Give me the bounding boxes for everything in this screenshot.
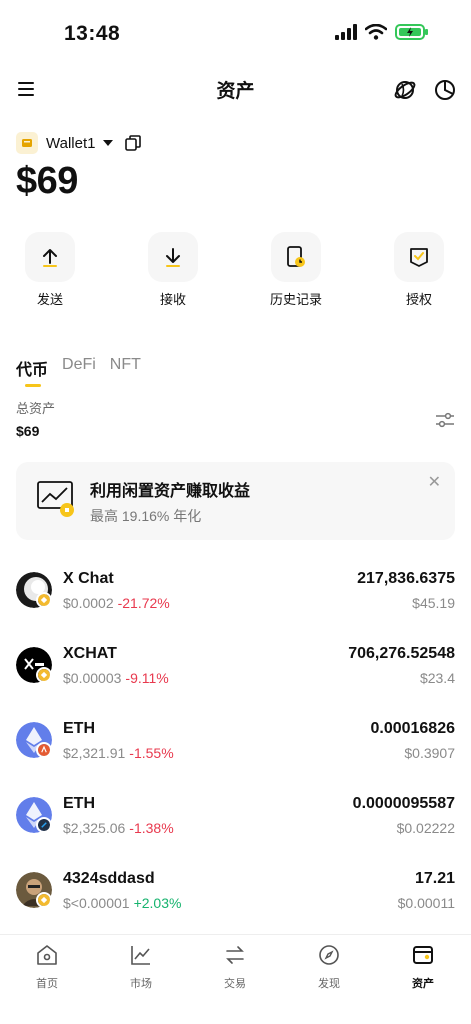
layer2-badge-icon <box>36 817 52 833</box>
earn-promo-banner[interactable]: 利用闲置资产赚取收益 最高 19.16% 年化 ✕ <box>16 462 455 540</box>
token-price: $0.00003 -9.11% <box>63 670 169 686</box>
receive-label: 接收 <box>159 292 186 307</box>
token-change: -21.72% <box>117 595 170 611</box>
total-balance: $69 <box>16 160 78 202</box>
token-name: ETH <box>63 795 95 812</box>
copy-icon[interactable] <box>125 135 142 151</box>
status-icons <box>335 24 429 40</box>
wallet-icon <box>16 132 38 154</box>
authorize-icon <box>410 248 428 267</box>
token-row[interactable]: ETH $2,325.06 -1.38% 0.0000095587 $0.0222… <box>0 791 471 851</box>
nav-trade-label: 交易 <box>224 978 246 990</box>
bottom-nav: 首页 市场 交易 发现 资产 <box>0 934 471 1024</box>
token-price-value: $2,321.91 <box>63 745 126 761</box>
home-icon <box>37 945 57 965</box>
token-row[interactable]: X Chat $0.0002 -21.72% 217,836.6375 $45.1… <box>0 566 471 626</box>
total-assets-label: 总资产 <box>16 401 56 416</box>
send-icon <box>43 249 57 267</box>
signal-icon <box>335 24 357 40</box>
token-amount: 217,836.6375 <box>357 570 455 587</box>
token-row[interactable]: ETH $2,321.91 -1.55% 0.00016826 $0.3907 <box>0 716 471 776</box>
total-assets-value: $69 <box>16 423 40 439</box>
status-bar: 13:48 <box>0 0 471 70</box>
chevron-down-icon <box>103 140 114 146</box>
asset-tabs: 代币 DeFi NFT <box>16 356 141 380</box>
history-label: 历史记录 <box>269 292 322 307</box>
receive-button[interactable]: 接收 <box>143 232 203 308</box>
nav-assets[interactable]: 资产 <box>393 943 453 991</box>
authorize-button[interactable]: 授权 <box>389 232 449 308</box>
token-fiat-value: $0.3907 <box>404 745 455 761</box>
trade-icon <box>226 946 244 964</box>
token-fiat-value: $45.19 <box>412 595 455 611</box>
close-icon[interactable]: ✕ <box>428 472 441 492</box>
tab-defi[interactable]: DeFi <box>62 356 96 380</box>
promo-subtitle: 最高 19.16% 年化 <box>90 508 202 524</box>
promo-title: 利用闲置资产赚取收益 <box>90 483 251 500</box>
tab-nft[interactable]: NFT <box>110 356 141 380</box>
send-label: 发送 <box>36 292 63 307</box>
header: 资产 <box>0 70 471 110</box>
token-price-value: $2,325.06 <box>63 820 126 836</box>
bnb-chain-badge-icon <box>36 592 52 608</box>
nav-home[interactable]: 首页 <box>17 943 77 991</box>
token-name: X Chat <box>63 570 114 587</box>
history-icon <box>287 246 305 267</box>
assets-wallet-icon <box>413 946 433 964</box>
nav-discover-label: 发现 <box>318 978 340 990</box>
token-amount: 0.00016826 <box>370 720 455 737</box>
token-name: ETH <box>63 720 95 737</box>
bnb-chain-badge-icon <box>36 892 52 908</box>
token-row[interactable]: 4324sddasd $<0.00001 +2.03% 17.21 $0.0001… <box>0 866 471 926</box>
send-button[interactable]: 发送 <box>20 232 80 308</box>
token-price-value: $0.0002 <box>63 595 114 611</box>
token-price-value: $0.00003 <box>63 670 122 686</box>
token-change: -1.55% <box>129 745 174 761</box>
token-change: -1.38% <box>129 820 174 836</box>
receive-icon <box>166 248 180 267</box>
token-price: $0.0002 -21.72% <box>63 595 170 611</box>
action-row: 发送 接收 历史记录 授权 <box>0 232 471 312</box>
nav-discover[interactable]: 发现 <box>299 943 359 991</box>
token-fiat-value: $0.00011 <box>397 895 455 911</box>
token-amount: 17.21 <box>414 870 455 887</box>
nav-trade[interactable]: 交易 <box>205 943 265 991</box>
market-icon <box>131 946 150 965</box>
token-price: $2,321.91 -1.55% <box>63 745 174 761</box>
bnb-chain-badge-icon <box>36 667 52 683</box>
token-amount: 0.0000095587 <box>352 795 455 812</box>
arbitrum-badge-icon <box>36 742 52 758</box>
wallet-selector[interactable]: Wallet1 <box>16 130 142 156</box>
battery-icon <box>395 24 428 40</box>
filter-settings-icon[interactable] <box>435 410 455 430</box>
token-name: XCHAT <box>63 645 117 662</box>
token-row[interactable]: XCHAT $0.00003 -9.11% 706,276.52548 $23.4 <box>0 641 471 701</box>
discover-icon <box>319 945 339 965</box>
token-fiat-value: $0.02222 <box>396 820 455 836</box>
trend-chart-icon <box>37 481 74 517</box>
wallet-name: Wallet1 <box>46 134 96 152</box>
token-price-value: $<0.00001 <box>63 895 130 911</box>
nav-market-label: 市场 <box>130 978 152 990</box>
status-time: 13:48 <box>64 22 121 45</box>
token-change: +2.03% <box>133 895 182 911</box>
active-tab-indicator <box>25 384 41 387</box>
nav-assets-label: 资产 <box>412 978 434 990</box>
history-button[interactable]: 历史记录 <box>266 232 326 308</box>
tab-tokens[interactable]: 代币 <box>16 356 48 380</box>
token-fiat-value: $23.4 <box>419 670 455 686</box>
authorize-label: 授权 <box>405 292 432 307</box>
pie-chart-icon[interactable] <box>433 78 457 102</box>
network-globe-icon[interactable] <box>393 78 417 102</box>
token-name: 4324sddasd <box>63 870 155 887</box>
nav-market[interactable]: 市场 <box>111 943 171 991</box>
token-change: -9.11% <box>125 670 169 686</box>
nav-home-label: 首页 <box>36 978 58 990</box>
token-price: $<0.00001 +2.03% <box>63 895 181 911</box>
wifi-icon <box>365 24 387 40</box>
token-price: $2,325.06 -1.38% <box>63 820 174 836</box>
token-amount: 706,276.52548 <box>348 645 455 662</box>
